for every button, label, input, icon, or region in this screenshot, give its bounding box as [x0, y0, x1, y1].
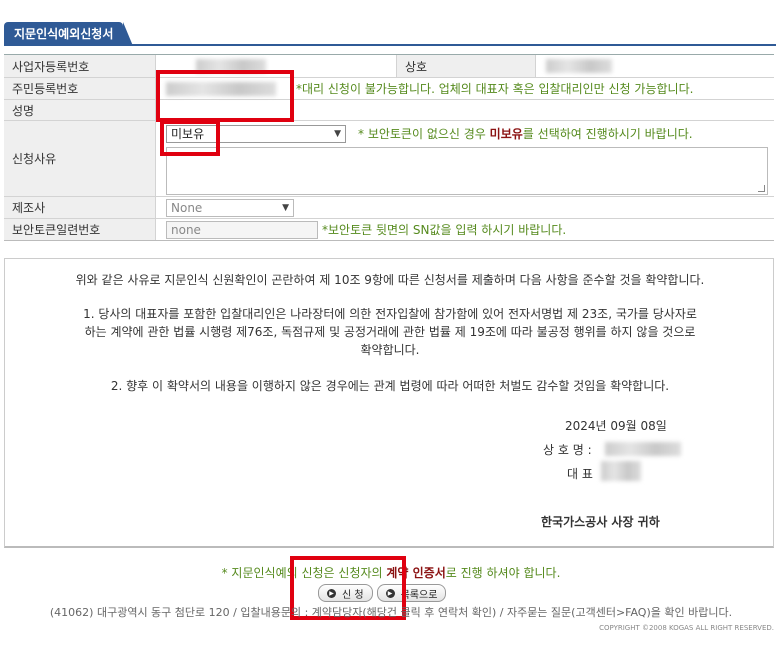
application-form: 사업자등록번호 상호 주민등록번호 *대리 신청이 불가능합니다. 업체의 대표… — [4, 54, 774, 241]
copyright: COPYRIGHT ©2008 KOGAS ALL RIGHT RESERVED… — [599, 624, 774, 632]
row-maker: 제조사 None ▼ — [4, 197, 774, 219]
agreement-box: 위와 같은 사유로 지문인식 신원확인이 곤란하여 제 10조 9항에 따른 신… — [4, 258, 774, 548]
agreement-item1-line2: 하는 계약에 관한 법률 시행령 제76조, 독점규제 및 공정거래에 관한 법… — [84, 325, 696, 339]
resident-label: 주민등록번호 — [4, 78, 156, 99]
page-title: 지문인식예외신청서 — [4, 22, 134, 46]
serial-input[interactable]: none — [166, 220, 318, 239]
highlight-box-resident — [156, 70, 294, 122]
agreement-date: 2024년 09월 08일 — [565, 419, 667, 433]
company-value-redacted — [546, 59, 612, 73]
row-resident: 주민등록번호 *대리 신청이 불가능합니다. 업체의 대표자 혹은 입찰대리인만… — [4, 78, 774, 100]
company-name-label: 상 호 명 : — [543, 443, 592, 457]
reason-note: * 보안토큰이 없으신 경우 미보유를 선택하여 진행하시기 바랍니다. — [358, 127, 693, 141]
recipient: 한국가스공사 사장 귀하 — [541, 515, 660, 529]
representative-label: 대 표 — [567, 467, 593, 481]
company-name-redacted — [605, 442, 681, 456]
agreement-item2: 2. 향후 이 확약서의 내용을 이행하지 않은 경우에는 관계 법령에 따라 … — [110, 379, 670, 393]
maker-label: 제조사 — [4, 197, 156, 218]
serial-label: 보안토큰일련번호 — [4, 219, 156, 240]
maker-select[interactable]: None ▼ — [166, 198, 294, 217]
row-serial: 보안토큰일련번호 none *보안토큰 뒷면의 SN값을 입력 하시기 바랍니다… — [4, 219, 774, 241]
reason-label: 신청사유 — [4, 121, 156, 196]
representative-redacted — [601, 461, 641, 481]
chevron-down-icon: ▼ — [282, 202, 289, 213]
footer-address: (41062) 대구광역시 동구 첨단로 120 / 입찰내용문의 : 계약담당… — [49, 606, 733, 619]
chevron-down-icon: ▼ — [334, 128, 341, 139]
row-reason: 신청사유 미보유 ▼ * 보안토큰이 없으신 경우 미보유를 선택하여 진행하시… — [4, 121, 774, 197]
agreement-item1-line1: 1. 당사의 대표자를 포함한 입찰대리인은 나라장터에 의한 전자입찰에 참가… — [83, 307, 697, 321]
highlight-box-reason — [160, 120, 220, 156]
name-label: 성명 — [4, 100, 156, 120]
agreement-intro: 위와 같은 사유로 지문인식 신원확인이 곤란하여 제 10조 9항에 따른 신… — [75, 273, 705, 287]
row-name: 성명 — [4, 100, 774, 121]
header-tab-bar: 지문인식예외신청서 — [4, 22, 776, 46]
row-biz-reg: 사업자등록번호 상호 — [4, 55, 774, 78]
resident-note: *대리 신청이 불가능합니다. 업체의 대표자 혹은 입찰대리인만 신청 가능합… — [296, 82, 694, 96]
company-label: 상호 — [396, 55, 536, 77]
serial-note: *보안토큰 뒷면의 SN값을 입력 하시기 바랍니다. — [322, 223, 567, 237]
biz-reg-label: 사업자등록번호 — [4, 55, 156, 77]
agreement-item1-line3: 확약합니다. — [360, 343, 420, 357]
maker-select-value: None — [171, 200, 203, 215]
reason-textarea[interactable] — [166, 146, 768, 195]
